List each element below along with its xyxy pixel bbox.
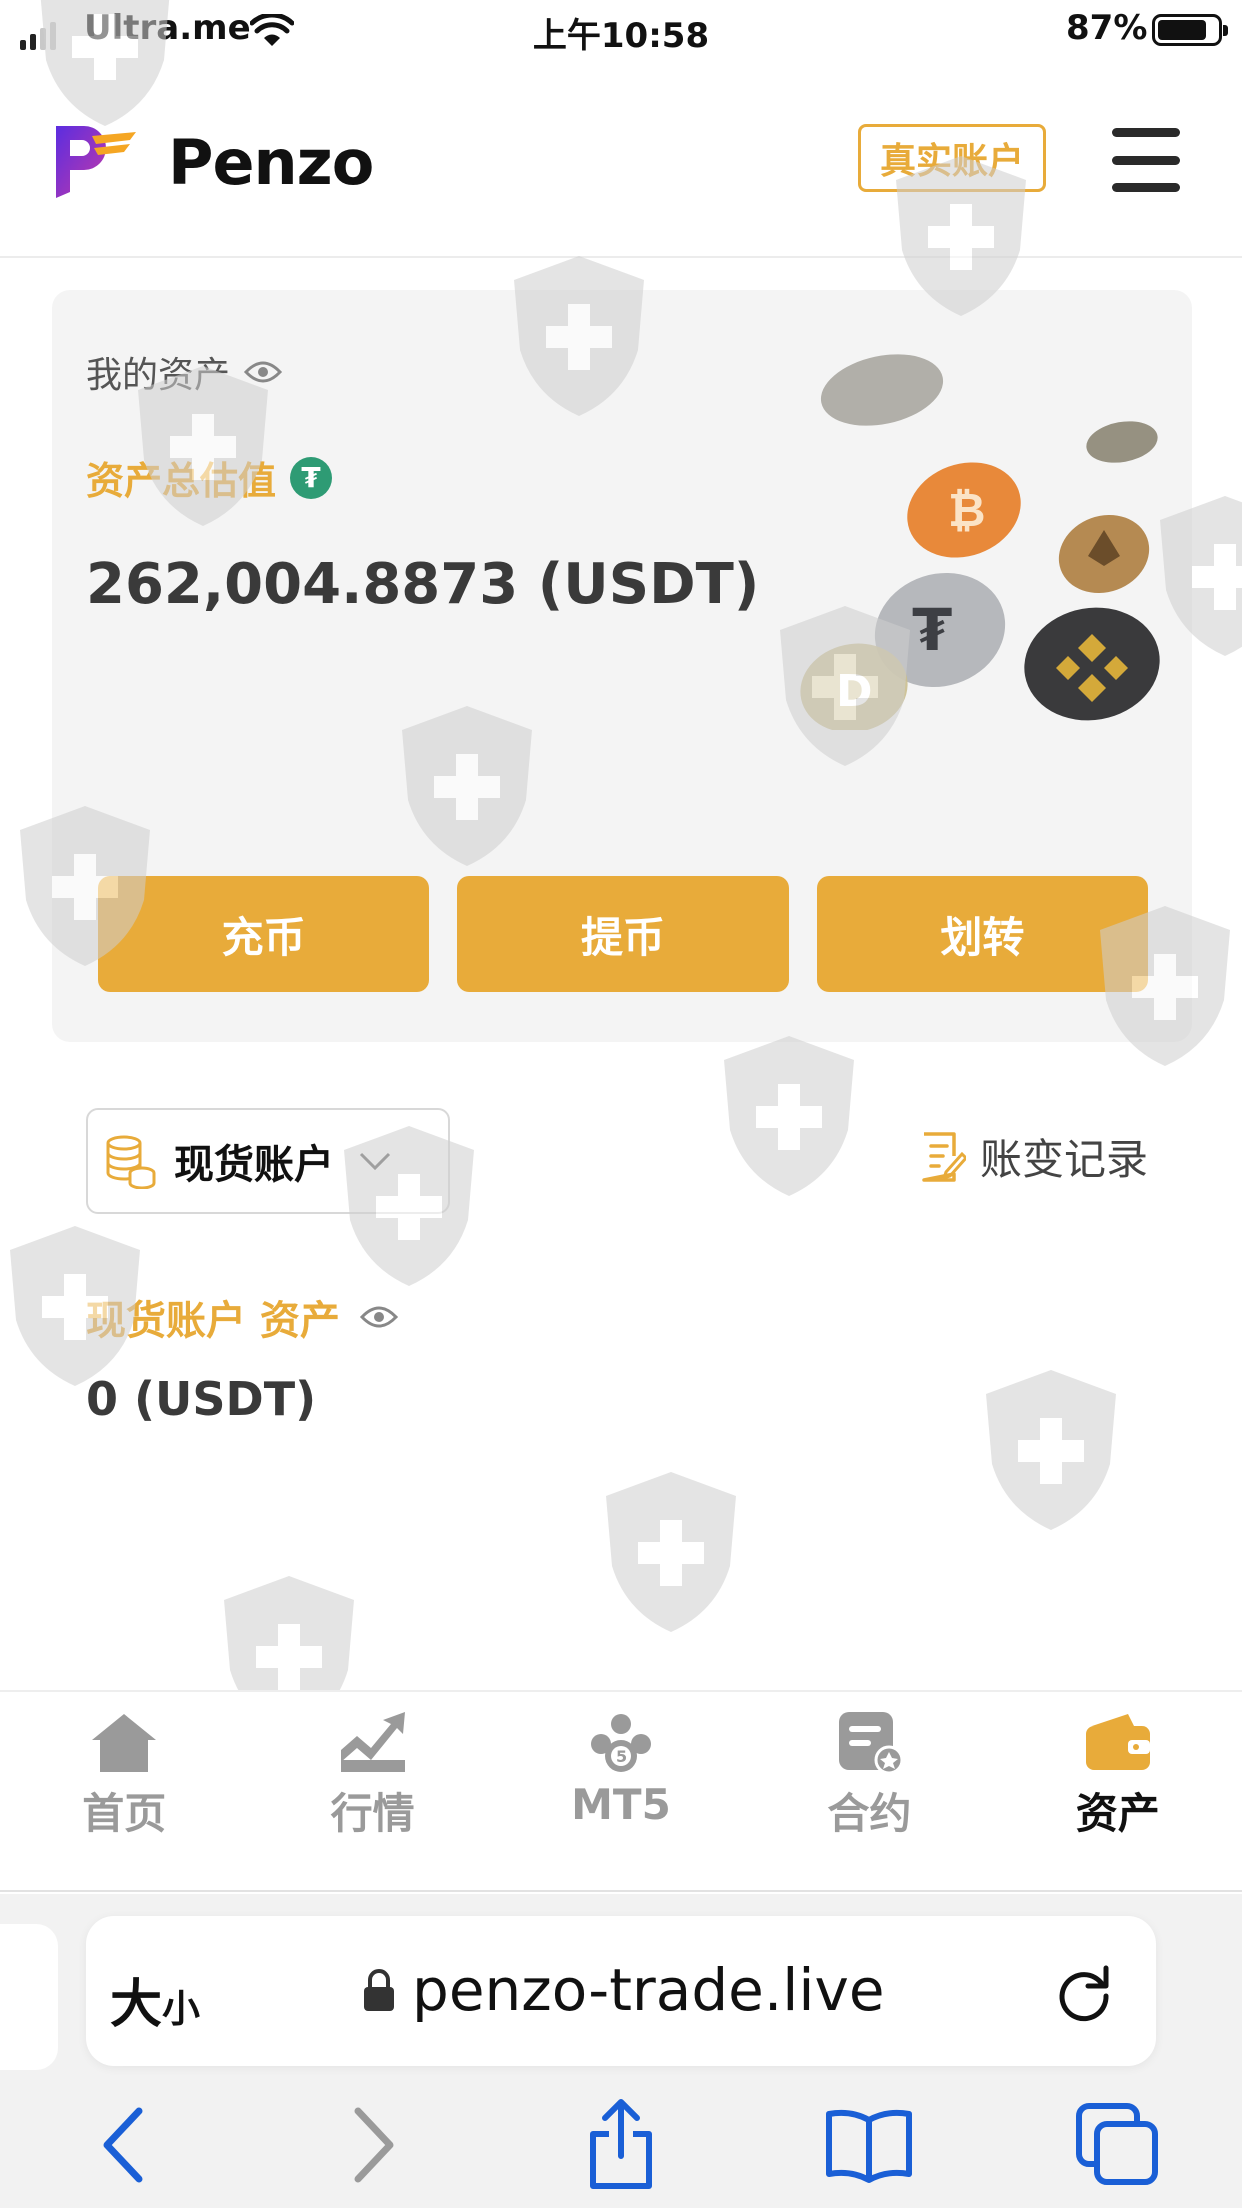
selected-account-label: 现货账户 bbox=[174, 1142, 334, 1188]
spot-assets-value: 0 (USDT) bbox=[86, 1372, 317, 1426]
total-asset-value: 262,004.8873 (USDT) bbox=[86, 552, 760, 617]
share-icon bbox=[589, 2099, 652, 2189]
penzo-logo-icon[interactable] bbox=[50, 122, 140, 202]
my-assets-label: 我的资产 bbox=[86, 355, 231, 396]
svg-text:₮: ₮ bbox=[912, 596, 952, 664]
transaction-records-link[interactable]: 账变记录 bbox=[920, 1126, 1148, 1187]
svg-text:5: 5 bbox=[616, 1747, 627, 1766]
deposit-button[interactable]: 充币 bbox=[98, 876, 430, 992]
withdraw-button[interactable]: 提币 bbox=[457, 876, 789, 992]
tab-mt5-label: MT5 bbox=[571, 1780, 671, 1829]
tab-mt5[interactable]: 5 MT5 bbox=[497, 1692, 745, 1890]
bottom-tab-bar: 首页 行情 5 MT5 合约 资产 bbox=[0, 1690, 1242, 1892]
records-icon bbox=[922, 1131, 966, 1182]
watermark-shield-icon bbox=[606, 1472, 736, 1632]
text-size-large: 大 bbox=[110, 1975, 163, 2035]
spot-assets-heading: 现货账户 资产 bbox=[86, 1288, 398, 1346]
hamburger-menu-button[interactable] bbox=[1112, 124, 1180, 196]
browser-chrome: 大小 penzo-trade.live bbox=[0, 1894, 1242, 2208]
spot-assets-label: 现货账户 资产 bbox=[86, 1298, 340, 1344]
tab-market[interactable]: 行情 bbox=[248, 1692, 496, 1890]
chevron-left-icon bbox=[103, 2107, 143, 2183]
watermark-shield-icon bbox=[986, 1370, 1116, 1530]
tab-market-label: 行情 bbox=[330, 1789, 415, 1838]
my-assets-heading: 我的资产 bbox=[86, 346, 283, 398]
tab-home[interactable]: 首页 bbox=[0, 1692, 248, 1890]
battery-icon bbox=[1152, 14, 1228, 46]
home-icon bbox=[92, 1714, 157, 1772]
tab-contract[interactable]: 合约 bbox=[745, 1692, 993, 1890]
brand-name: Penzo bbox=[168, 126, 374, 199]
eye-icon[interactable] bbox=[244, 360, 283, 384]
tab-home-label: 首页 bbox=[82, 1789, 167, 1838]
clock: 上午10:58 bbox=[532, 16, 710, 56]
wallet-icon bbox=[1085, 1714, 1150, 1770]
account-type-dropdown[interactable]: 现货账户 bbox=[86, 1108, 450, 1214]
asset-overview-card: 我的资产 资产总估值 ₮ 262,004.8873 (USDT) ₿ ₮ D 充… bbox=[52, 290, 1192, 1042]
contract-icon bbox=[839, 1712, 904, 1774]
total-value-label: 资产总估值 bbox=[86, 459, 277, 503]
crypto-coins-illustration: ₿ ₮ D bbox=[800, 354, 1160, 730]
tab-assets[interactable]: 资产 bbox=[994, 1692, 1242, 1890]
chevron-right-icon bbox=[354, 2107, 394, 2183]
tab-contract-label: 合约 bbox=[827, 1789, 912, 1838]
tether-icon: ₮ bbox=[290, 456, 333, 499]
bookmarks-button[interactable] bbox=[809, 2095, 929, 2195]
browser-toolbar bbox=[0, 2090, 1242, 2200]
mt5-icon: 5 bbox=[590, 1714, 651, 1772]
tab-assets-label: 资产 bbox=[1075, 1789, 1160, 1838]
address-bar[interactable]: 大小 penzo-trade.live bbox=[86, 1916, 1156, 2066]
tabs-button[interactable] bbox=[1058, 2095, 1178, 2195]
status-bar: Ultra.me 上午10:58 87% bbox=[0, 0, 1242, 62]
url-text: penzo-trade.live bbox=[412, 1956, 885, 2024]
share-button[interactable] bbox=[561, 2095, 681, 2195]
watermark-shield-icon bbox=[724, 1036, 854, 1196]
text-size-button[interactable]: 大小 bbox=[110, 1962, 200, 2037]
app-header: Penzo 真实账户 bbox=[0, 62, 1242, 258]
battery-percent: 87% bbox=[1066, 8, 1148, 48]
tabs-icon bbox=[1075, 2103, 1158, 2185]
book-icon bbox=[826, 2109, 913, 2183]
chart-icon bbox=[340, 1712, 405, 1772]
transfer-button[interactable]: 划转 bbox=[816, 876, 1148, 992]
asset-actions: 充币 提币 划转 bbox=[98, 876, 1148, 992]
chevron-down-icon bbox=[359, 1152, 391, 1171]
coin-stack-icon bbox=[106, 1135, 156, 1189]
records-link-label: 账变记录 bbox=[980, 1135, 1149, 1184]
eye-icon[interactable] bbox=[359, 1305, 398, 1329]
real-account-button[interactable]: 真实账户 bbox=[858, 124, 1046, 192]
text-size-small: 小 bbox=[162, 1987, 201, 2031]
reload-icon[interactable] bbox=[1052, 1960, 1116, 2024]
total-value-heading: 资产总估值 ₮ bbox=[86, 450, 333, 505]
lock-icon bbox=[364, 1969, 394, 2011]
svg-text:D: D bbox=[836, 666, 873, 717]
back-button[interactable] bbox=[64, 2095, 184, 2195]
previous-tab-preview[interactable] bbox=[0, 1924, 58, 2070]
forward-button[interactable] bbox=[313, 2095, 433, 2195]
url-display[interactable]: penzo-trade.live bbox=[362, 1956, 885, 2024]
svg-text:₿: ₿ bbox=[948, 483, 986, 537]
